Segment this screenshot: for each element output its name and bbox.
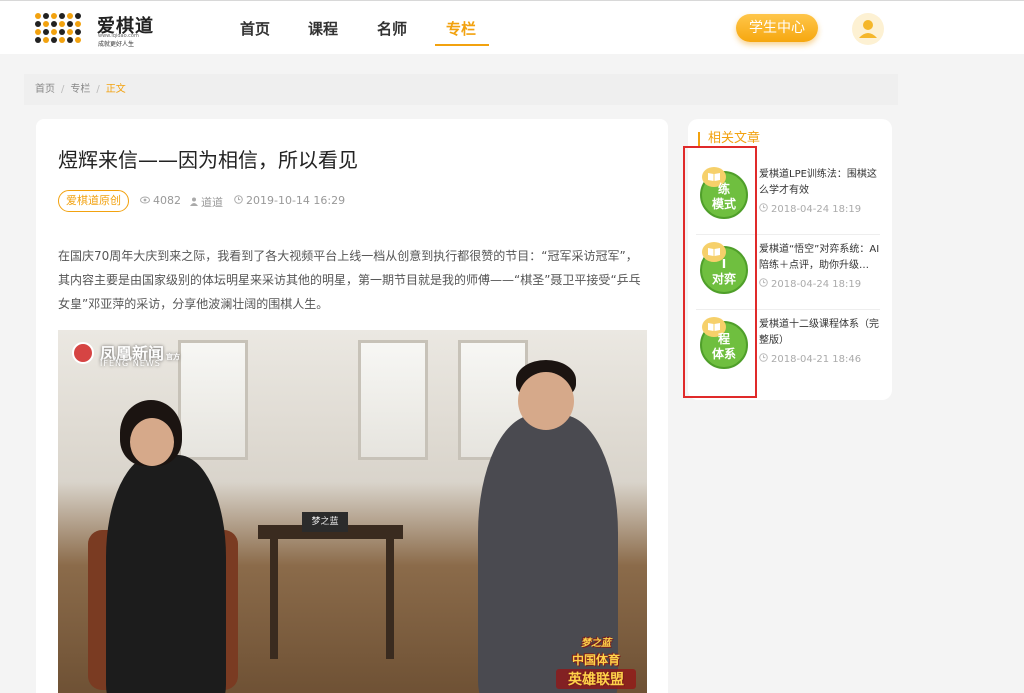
logo-dot-grid-icon xyxy=(35,13,95,43)
article-body-paragraph: 在国庆70周年大庆到来之际，我看到了各大视频平台上线一档从创意到执行都很赞的节目… xyxy=(58,249,641,311)
clock-icon xyxy=(759,353,768,365)
logo-dot xyxy=(51,13,57,19)
author-name: 道道 xyxy=(201,196,223,209)
user-avatar-icon[interactable] xyxy=(852,13,884,45)
clock-icon xyxy=(759,203,768,215)
logo-dot xyxy=(35,13,41,19)
article-title: 煜辉来信——因为相信，所以看见 xyxy=(58,148,358,172)
logo-dot xyxy=(43,29,49,35)
logo-dot xyxy=(51,29,57,35)
logo-dot xyxy=(59,37,65,43)
logo-dot xyxy=(51,37,57,43)
article-tag[interactable]: 爱棋道原创 xyxy=(58,190,129,212)
photo-window xyxy=(178,340,248,460)
site-logo[interactable]: 爱棋道 www.iqidao.com 成就更好人生 xyxy=(35,12,155,48)
nav-active-underline xyxy=(435,44,489,46)
show-badge-line3: 英雄联盟 xyxy=(556,669,636,689)
breadcrumb: 首页 / 专栏 / 正文 xyxy=(24,74,898,105)
breadcrumb-current: 正文 xyxy=(105,84,126,95)
clock-icon xyxy=(759,278,768,290)
logo-dot xyxy=(35,21,41,27)
photo-face xyxy=(518,372,574,430)
user-icon xyxy=(190,197,198,209)
ifeng-logo-icon xyxy=(72,342,94,364)
breadcrumb-home[interactable]: 首页 xyxy=(35,84,55,95)
ifeng-logo-side: 官方 xyxy=(166,352,181,361)
related-article-date: 2018-04-21 18:46 xyxy=(759,353,861,365)
view-count-value: 4082 xyxy=(153,194,181,207)
top-header: 爱棋道 www.iqidao.com 成就更好人生 首页 课程 名师 专栏 学生… xyxy=(0,0,1024,54)
logo-dot xyxy=(35,29,41,35)
logo-dot xyxy=(43,37,49,43)
logo-dot xyxy=(59,29,65,35)
photo-person-left xyxy=(106,455,226,693)
show-badge-line2: 中国体育 xyxy=(571,653,620,667)
publish-time-value: 2019-10-14 16:29 xyxy=(246,194,346,207)
logo-dot xyxy=(75,21,81,27)
view-count: 4082 xyxy=(140,194,181,207)
logo-dot xyxy=(75,13,81,19)
article-card: 煜辉来信——因为相信，所以看见 爱棋道原创 4082 道道 2019-10-14… xyxy=(36,119,668,693)
logo-dot xyxy=(35,37,41,43)
ifeng-logo-en: IFENG NEWS xyxy=(100,359,161,368)
nav-item-column[interactable]: 专栏 xyxy=(446,18,476,39)
photo-table-leg xyxy=(270,539,278,659)
photo-face xyxy=(130,418,174,466)
related-articles-title: 相关文章 xyxy=(698,132,760,146)
student-center-button[interactable]: 学生中心 xyxy=(736,14,818,42)
logo-dot xyxy=(67,13,73,19)
breadcrumb-column[interactable]: 专栏 xyxy=(70,84,90,95)
logo-dot xyxy=(51,21,57,27)
related-article-title: 爱棋道“悟空”对弈系统：AI陪练＋点评，助你升级… xyxy=(759,244,880,271)
logo-dot xyxy=(67,29,73,35)
photo-table-leg xyxy=(386,539,394,659)
nav-item-teachers[interactable]: 名师 xyxy=(377,18,407,39)
show-badge-sponsor: 梦之蓝 xyxy=(581,638,611,649)
logo-dot xyxy=(67,21,73,27)
photo-table-sign: 梦之蓝 xyxy=(302,512,348,532)
annotation-highlight-box xyxy=(683,146,757,398)
eye-icon xyxy=(140,196,150,207)
logo-dot xyxy=(75,29,81,35)
related-article-title: 爱棋道LPE训练法：围棋这么学才有效 xyxy=(759,169,877,196)
nav-item-courses[interactable]: 课程 xyxy=(308,18,338,39)
author: 道道 xyxy=(190,194,223,210)
breadcrumb-separator: / xyxy=(96,84,100,95)
related-article-title: 爱棋道十二级课程体系（完整版） xyxy=(759,319,879,346)
show-badge: 梦之蓝 中国体育 英雄联盟 xyxy=(556,634,636,693)
logo-dot xyxy=(75,37,81,43)
logo-dot xyxy=(59,13,65,19)
logo-dot xyxy=(43,13,49,19)
logo-dot xyxy=(59,21,65,27)
clock-icon xyxy=(234,195,243,207)
related-article-date: 2018-04-24 18:19 xyxy=(759,278,861,290)
nav-item-home[interactable]: 首页 xyxy=(240,18,270,39)
related-article-date: 2018-04-24 18:19 xyxy=(759,203,861,215)
article-photo: 梦之蓝 凤凰新闻 官方 IFENG NEWS 梦之蓝 中国体育 英雄联盟 xyxy=(58,330,647,693)
logo-dot xyxy=(67,37,73,43)
photo-window xyxy=(358,340,428,460)
logo-tagline: 成就更好人生 xyxy=(98,41,135,48)
breadcrumb-separator: / xyxy=(61,84,65,95)
logo-dot xyxy=(43,21,49,27)
publish-time: 2019-10-14 16:29 xyxy=(234,194,345,207)
